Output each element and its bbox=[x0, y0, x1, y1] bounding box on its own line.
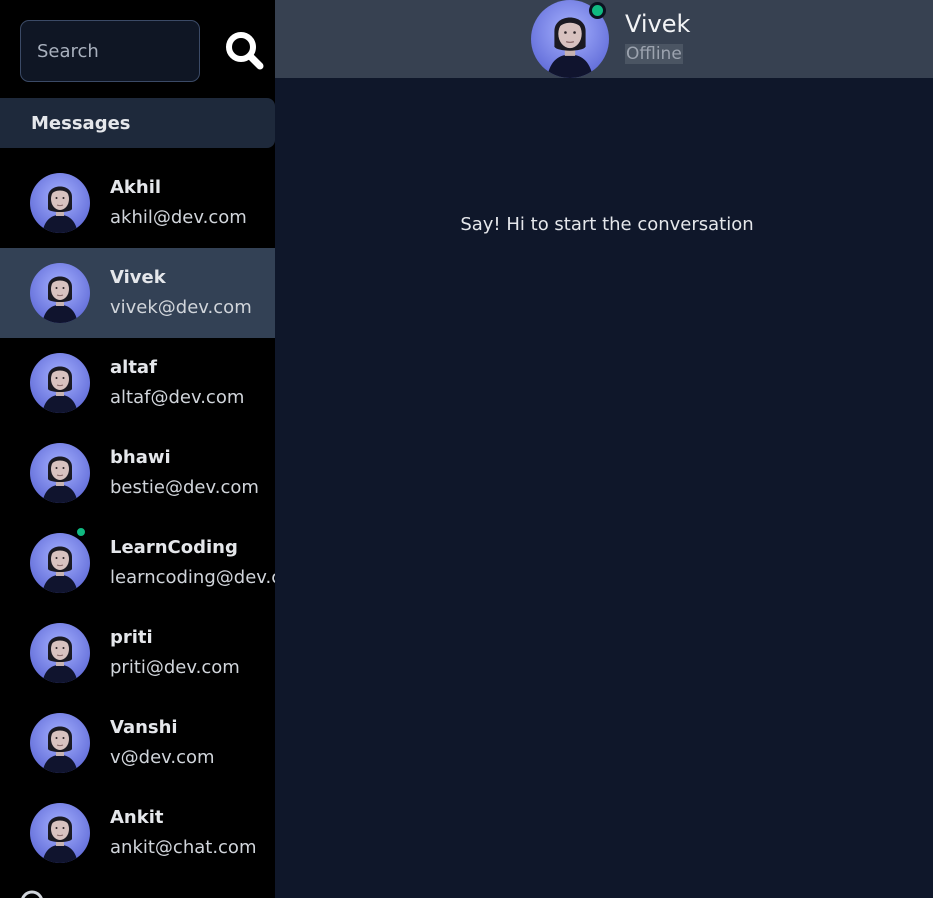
avatar bbox=[30, 533, 90, 593]
contact-item-altaf[interactable]: altaf altaf@dev.com bbox=[0, 338, 275, 428]
online-indicator bbox=[75, 526, 87, 538]
sidebar: Messages Akhil akhil@dev.com Vivek vivek… bbox=[0, 0, 275, 898]
chat-contact-name: Vivek bbox=[625, 10, 691, 38]
contact-name: altaf bbox=[110, 357, 157, 378]
contact-name: Vivek bbox=[110, 267, 166, 288]
avatar bbox=[30, 623, 90, 683]
contact-item-learncoding[interactable]: LearnCoding learncoding@dev.c bbox=[0, 518, 275, 608]
messages-section-title: Messages bbox=[0, 98, 275, 148]
online-indicator bbox=[589, 2, 606, 19]
contact-name: bhawi bbox=[110, 447, 171, 468]
chat-panel: Vivek Offline Say! Hi to start the conve… bbox=[275, 0, 933, 898]
contact-email: v@dev.com bbox=[110, 747, 215, 768]
contact-item-akhil[interactable]: Akhil akhil@dev.com bbox=[0, 158, 275, 248]
contact-name: LearnCoding bbox=[110, 537, 238, 558]
contact-item-vanshi[interactable]: Vanshi v@dev.com bbox=[0, 698, 275, 788]
search-icon bbox=[226, 32, 264, 70]
contact-email: bestie@dev.com bbox=[110, 477, 259, 498]
contact-name: Akhil bbox=[110, 177, 162, 198]
avatar bbox=[30, 263, 90, 323]
avatar bbox=[30, 803, 90, 863]
loading-spinner-icon bbox=[21, 890, 43, 898]
avatar bbox=[30, 443, 90, 503]
contact-item-priti[interactable]: priti priti@dev.com bbox=[0, 608, 275, 698]
chat-contact-status: Offline bbox=[625, 44, 683, 64]
contact-email: ankit@chat.com bbox=[110, 837, 257, 858]
contact-name: Ankit bbox=[110, 807, 164, 828]
search-bar bbox=[0, 0, 275, 98]
avatar bbox=[30, 173, 90, 233]
empty-conversation-message: Say! Hi to start the conversation bbox=[460, 214, 754, 235]
contact-item-vivek[interactable]: Vivek vivek@dev.com bbox=[0, 248, 275, 338]
avatar bbox=[30, 353, 90, 413]
contact-email: priti@dev.com bbox=[110, 657, 240, 678]
search-button[interactable] bbox=[222, 28, 266, 72]
contact-email: learncoding@dev.c bbox=[110, 567, 275, 588]
chat-header: Vivek Offline bbox=[275, 0, 933, 78]
contact-list: Akhil akhil@dev.com Vivek vivek@dev.com … bbox=[0, 158, 275, 878]
contact-name: priti bbox=[110, 627, 153, 648]
contact-email: akhil@dev.com bbox=[110, 207, 247, 228]
search-input[interactable] bbox=[20, 20, 200, 82]
contact-email: vivek@dev.com bbox=[110, 297, 252, 318]
avatar bbox=[30, 713, 90, 773]
contact-item-ankit[interactable]: Ankit ankit@chat.com bbox=[0, 788, 275, 878]
contact-name: Vanshi bbox=[110, 717, 178, 738]
contact-item-bhawi[interactable]: bhawi bestie@dev.com bbox=[0, 428, 275, 518]
contact-email: altaf@dev.com bbox=[110, 387, 245, 408]
